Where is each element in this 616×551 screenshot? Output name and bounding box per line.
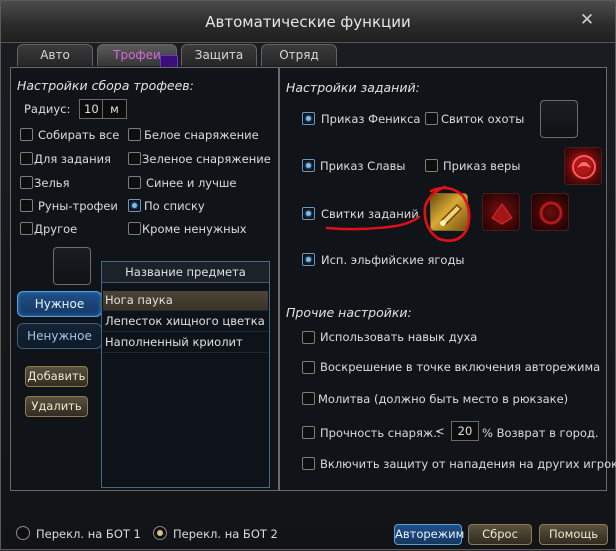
prayer-checkbox[interactable] <box>302 392 315 405</box>
durability-input[interactable]: 20 <box>451 421 479 441</box>
pvp-protection-label: Включить защиту от нападения на других и… <box>320 457 616 471</box>
prayer-label: Молитва (должно быть место в рюкзаке) <box>318 392 569 406</box>
durability-checkbox[interactable] <box>302 426 315 439</box>
durability-label: Прочность снаряж.: <box>320 426 441 440</box>
elven-berries-checkbox[interactable] <box>302 253 315 266</box>
bot2-radio[interactable] <box>153 526 167 540</box>
resurrect-label: Воскрешение в точке включения авторежима <box>320 360 601 374</box>
auto-mode-button[interactable]: Авторежим <box>394 524 464 545</box>
durability-suffix: % Возврат в город. <box>482 426 599 440</box>
elven-berries-label: Исп. эльфийские ягоды <box>321 253 465 267</box>
spirit-skill-checkbox[interactable] <box>302 331 315 344</box>
spirit-skill-label: Использовать навык духа <box>320 330 478 344</box>
bot1-label: Перекл. на БОТ 1 <box>36 527 141 541</box>
help-button[interactable]: Помощь <box>539 524 608 545</box>
bot1-radio[interactable] <box>16 526 30 540</box>
resurrect-checkbox[interactable] <box>302 361 315 374</box>
auto-functions-window: Автоматические функции ✕ Авто Трофеи Защ… <box>0 0 616 550</box>
pvp-protection-checkbox[interactable] <box>302 457 315 470</box>
bot2-label: Перекл. на БОТ 2 <box>173 527 278 541</box>
durability-less-than: < <box>435 424 445 438</box>
reset-button[interactable]: Сброс <box>468 524 532 545</box>
other-settings-header: Прочие настройки: <box>286 305 412 320</box>
